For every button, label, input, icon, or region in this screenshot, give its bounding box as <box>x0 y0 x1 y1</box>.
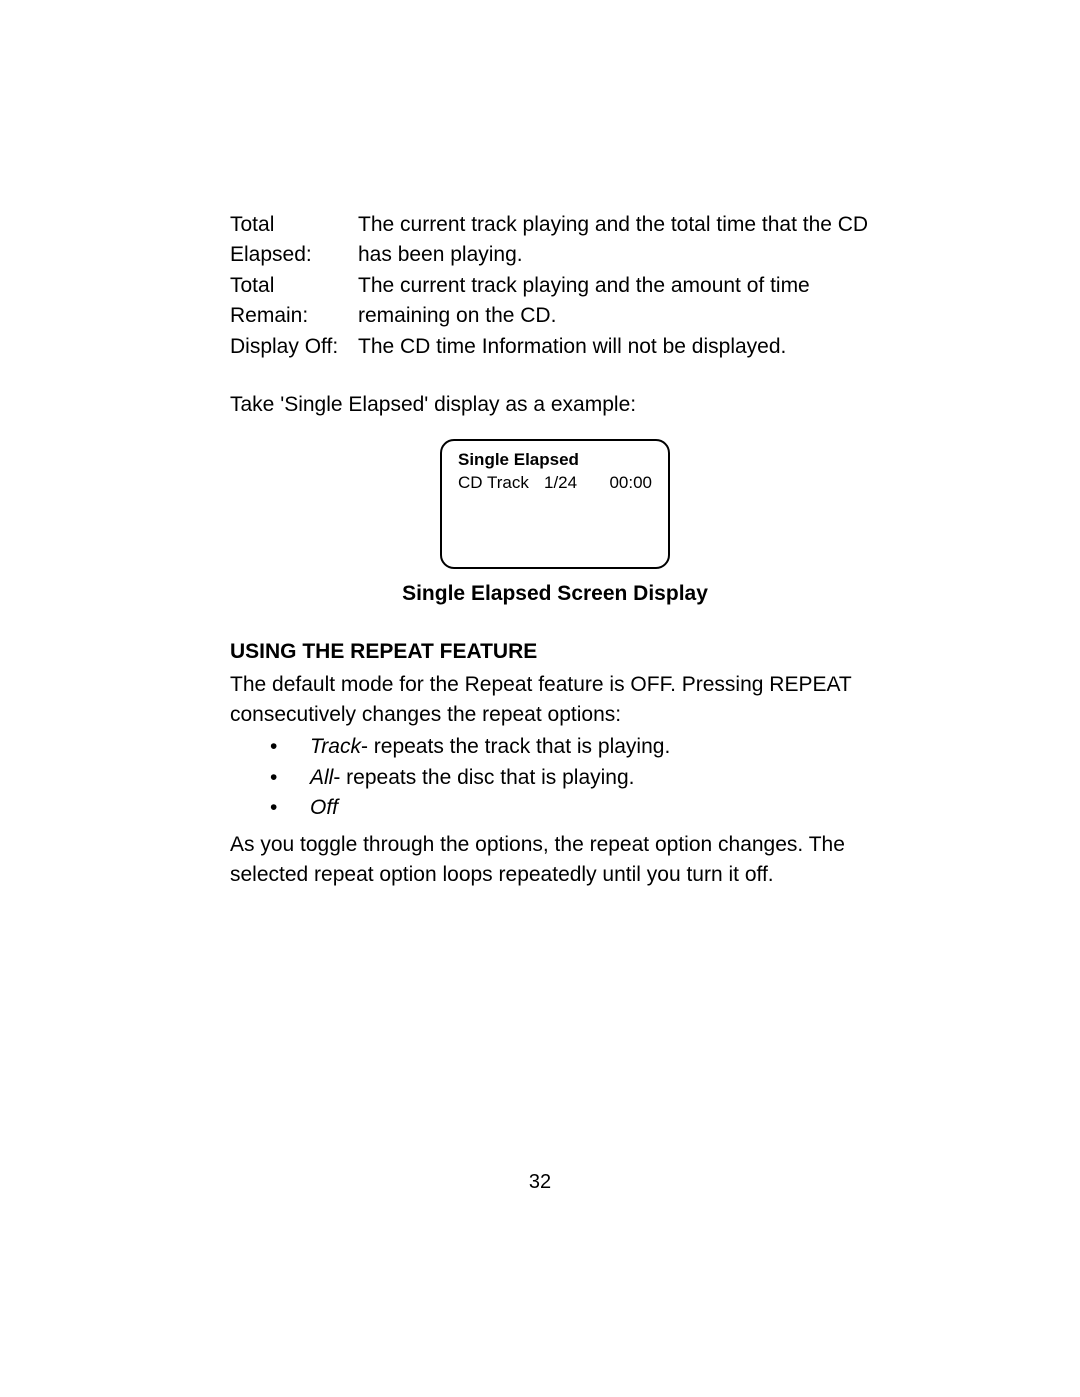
repeat-options-list: Track- repeats the track that is playing… <box>270 732 880 823</box>
definition-text: The CD time Information will not be disp… <box>358 332 880 362</box>
definition-row: Total Remain: The current track playing … <box>230 271 880 332</box>
example-intro-text: Take 'Single Elapsed' display as a examp… <box>230 390 880 420</box>
option-name: Off <box>310 796 338 819</box>
list-item: Track- repeats the track that is playing… <box>270 732 880 762</box>
screen-caption: Single Elapsed Screen Display <box>230 579 880 609</box>
option-name: All <box>310 766 333 789</box>
option-desc: - repeats the disc that is playing. <box>333 766 634 789</box>
screen-time: 00:00 <box>604 472 652 495</box>
screen-track: 1/24 <box>544 472 604 495</box>
option-desc: - repeats the track that is playing. <box>361 735 670 758</box>
repeat-intro-text: The default mode for the Repeat feature … <box>230 670 880 731</box>
screen-title: Single Elapsed <box>458 449 652 472</box>
definition-label: Display Off: <box>230 332 358 362</box>
screen-display-wrap: Single Elapsed CD Track 1/24 00:00 <box>230 439 880 569</box>
definitions-block: Total Elapsed: The current track playing… <box>230 210 880 362</box>
screen-cd-label: CD Track <box>458 472 544 495</box>
manual-page: Total Elapsed: The current track playing… <box>0 0 1080 1397</box>
definition-label: Total Remain: <box>230 271 358 332</box>
list-item: All- repeats the disc that is playing. <box>270 763 880 793</box>
section-heading: USING THE REPEAT FEATURE <box>230 637 880 667</box>
definition-text: The current track playing and the amount… <box>358 271 880 332</box>
definition-text: The current track playing and the total … <box>358 210 880 271</box>
option-name: Track <box>310 735 361 758</box>
definition-label: Total Elapsed: <box>230 210 358 271</box>
page-number: 32 <box>0 1168 1080 1197</box>
definition-row: Total Elapsed: The current track playing… <box>230 210 880 271</box>
repeat-outro-text: As you toggle through the options, the r… <box>230 830 880 891</box>
screen-row: CD Track 1/24 00:00 <box>458 472 652 495</box>
list-item: Off <box>270 793 880 823</box>
definition-row: Display Off: The CD time Information wil… <box>230 332 880 362</box>
screen-display: Single Elapsed CD Track 1/24 00:00 <box>440 439 670 569</box>
